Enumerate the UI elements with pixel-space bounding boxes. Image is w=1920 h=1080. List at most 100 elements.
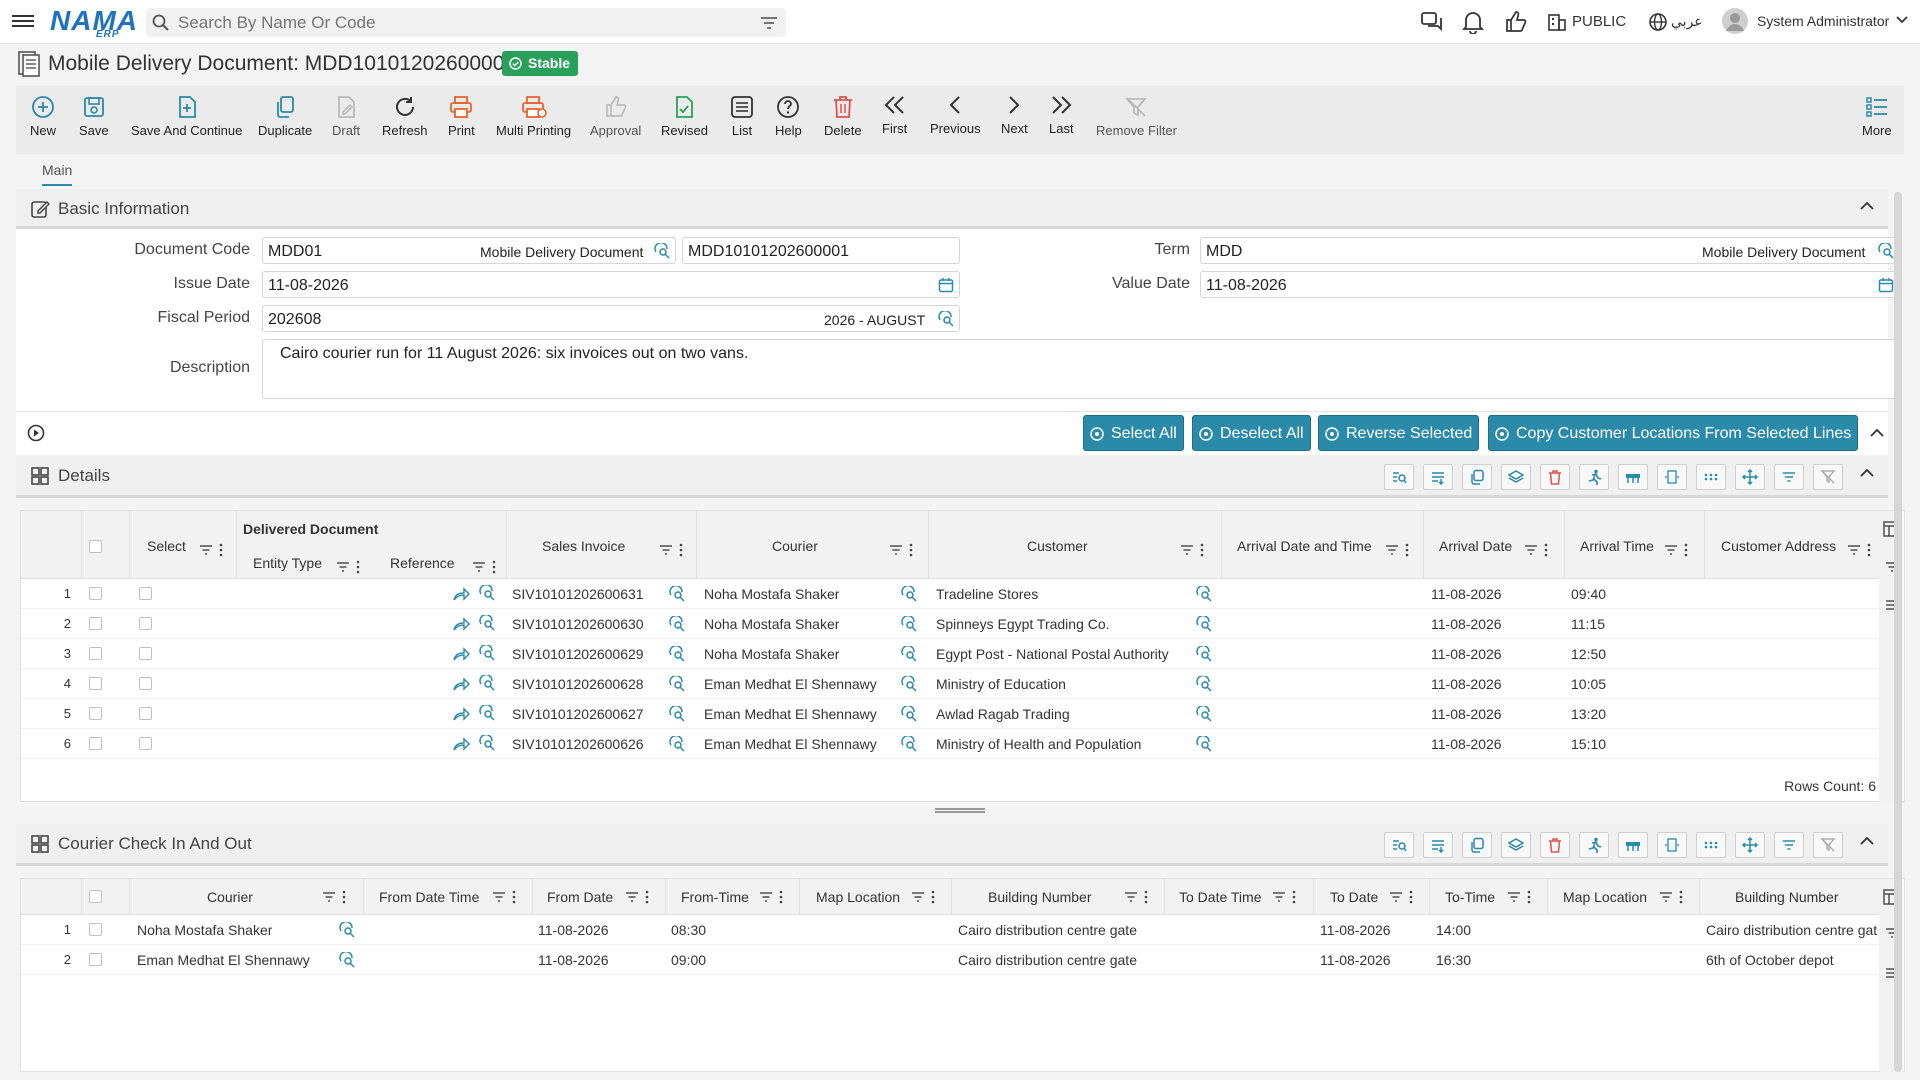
lookup-icon[interactable] (669, 646, 685, 662)
lookup-icon[interactable] (1196, 586, 1212, 602)
select-all-checkbox[interactable] (89, 540, 102, 553)
arrival-date-cell[interactable]: 11-08-2026 (1431, 736, 1502, 752)
column-separator[interactable] (81, 879, 82, 915)
filter-icon[interactable] (1507, 891, 1521, 903)
filter-icon[interactable] (1524, 544, 1538, 556)
add-row-button[interactable] (1423, 464, 1453, 490)
draft-button[interactable]: Draft (332, 94, 360, 138)
list-button[interactable]: List (730, 94, 754, 138)
kebab-icon[interactable] (1679, 890, 1683, 904)
filter-icon[interactable] (1847, 544, 1861, 556)
column-separator[interactable] (1313, 879, 1314, 915)
lookup-icon[interactable] (479, 675, 495, 691)
column-separator[interactable] (81, 511, 82, 579)
chevron-up-icon[interactable] (1860, 836, 1874, 845)
grid-search-button[interactable] (1384, 464, 1414, 490)
revised-button[interactable]: Revised (661, 94, 708, 138)
filter-icon[interactable] (1124, 891, 1138, 903)
filter-icon[interactable] (1389, 891, 1403, 903)
col-from-time[interactable]: From-Time (681, 889, 749, 905)
column-separator[interactable] (1221, 511, 1222, 579)
kebab-icon[interactable] (645, 890, 649, 904)
layers-button[interactable] (1501, 464, 1531, 490)
copy-button[interactable] (1462, 832, 1492, 858)
from-time-cell[interactable]: 09:00 (671, 952, 706, 968)
col-map-location-2[interactable]: Map Location (1563, 889, 1647, 905)
courier-cell[interactable]: Eman Medhat El Shennawy (137, 952, 310, 968)
column-separator[interactable] (951, 879, 952, 915)
table-button[interactable] (1618, 832, 1648, 858)
col-arrival-date[interactable]: Arrival Date (1439, 538, 1512, 554)
thumbs-up-icon[interactable] (1504, 10, 1528, 34)
layers-button[interactable] (1501, 832, 1531, 858)
chat-icon[interactable] (1420, 10, 1444, 34)
help-button[interactable]: Help (775, 94, 802, 138)
lookup-icon[interactable] (669, 676, 685, 692)
row-checkbox[interactable] (89, 953, 102, 966)
col-customer[interactable]: Customer (1027, 538, 1088, 554)
filter-icon[interactable] (1272, 891, 1286, 903)
bell-icon[interactable] (1462, 10, 1484, 34)
row-checkbox[interactable] (89, 737, 102, 750)
to-time-cell[interactable]: 14:00 (1436, 922, 1471, 938)
basic-info-header[interactable]: Basic Information (16, 189, 1888, 229)
description-field[interactable]: Cairo courier run for 11 August 2026: si… (262, 339, 1900, 399)
calendar-icon[interactable] (1878, 277, 1894, 293)
row-checkbox[interactable] (89, 647, 102, 660)
lookup-icon[interactable] (1196, 706, 1212, 722)
column-separator[interactable] (1164, 879, 1165, 915)
column-separator[interactable] (1699, 879, 1700, 915)
row-checkbox[interactable] (89, 677, 102, 690)
to-time-cell[interactable]: 16:30 (1436, 952, 1471, 968)
approval-button[interactable]: Approval (590, 94, 641, 138)
table-row[interactable]: 6 SIV10101202600626 Eman Medhat El Shennaw… (21, 729, 1879, 759)
language-switch[interactable]: عربي (1671, 13, 1703, 30)
arrival-time-cell[interactable]: 15:10 (1571, 736, 1606, 752)
calendar-icon[interactable] (938, 277, 954, 293)
refresh-button[interactable]: Refresh (382, 94, 428, 138)
col-reference[interactable]: Reference (390, 555, 455, 571)
kebab-icon[interactable] (1527, 890, 1531, 904)
kebab-icon[interactable] (1144, 890, 1148, 904)
kebab-icon[interactable] (342, 890, 346, 904)
trash-button[interactable] (1540, 832, 1570, 858)
logo[interactable]: NAMA ERP (50, 5, 138, 40)
courier-cell[interactable]: Eman Medhat El Shennawy (704, 736, 877, 752)
previous-button[interactable]: Previous (930, 92, 981, 136)
lookup-icon[interactable] (901, 706, 917, 722)
lookup-icon[interactable] (339, 922, 355, 938)
customer-cell[interactable]: Tradeline Stores (936, 586, 1038, 602)
table-row[interactable]: 5 SIV10101202600627 Eman Medhat El Shennaw… (21, 699, 1879, 729)
from-time-cell[interactable]: 08:30 (671, 922, 706, 938)
courier-cell[interactable]: Noha Mostafa Shaker (704, 646, 839, 662)
filter-icon[interactable] (1180, 544, 1194, 556)
lookup-icon[interactable] (901, 676, 917, 692)
filter-icon[interactable] (336, 561, 350, 573)
col-entity-type[interactable]: Entity Type (253, 555, 322, 571)
multi-print-button[interactable]: Multi Printing (496, 94, 571, 138)
next-button[interactable]: Next (1001, 92, 1028, 136)
arrival-date-cell[interactable]: 11-08-2026 (1431, 646, 1502, 662)
from-date-cell[interactable]: 11-08-2026 (538, 952, 609, 968)
term-field[interactable]: MDD Mobile Delivery Document (1200, 237, 1900, 264)
kebab-icon[interactable] (779, 890, 783, 904)
lookup-icon[interactable] (479, 615, 495, 631)
sales-invoice-cell[interactable]: SIV10101202600626 (512, 736, 644, 752)
lookup-icon[interactable] (669, 736, 685, 752)
column-separator[interactable] (928, 511, 929, 579)
select-all-checkbox[interactable] (89, 890, 102, 903)
select-checkbox[interactable] (139, 587, 152, 600)
lookup-icon[interactable] (479, 705, 495, 721)
row-checkbox[interactable] (89, 707, 102, 720)
select-all-button[interactable]: Select All (1083, 415, 1184, 451)
fit-button[interactable] (1657, 464, 1687, 490)
customer-cell[interactable]: Ministry of Education (936, 676, 1066, 692)
filter-icon[interactable] (889, 544, 903, 556)
document-number-field[interactable]: MDD10101202600001 (682, 237, 960, 264)
resize-handle[interactable] (935, 808, 985, 813)
filter-icon[interactable] (1659, 891, 1673, 903)
filter-icon[interactable] (760, 16, 778, 30)
dots-grid-button[interactable] (1696, 464, 1726, 490)
details-header[interactable]: Details (16, 456, 1888, 498)
table-button[interactable] (1618, 464, 1648, 490)
